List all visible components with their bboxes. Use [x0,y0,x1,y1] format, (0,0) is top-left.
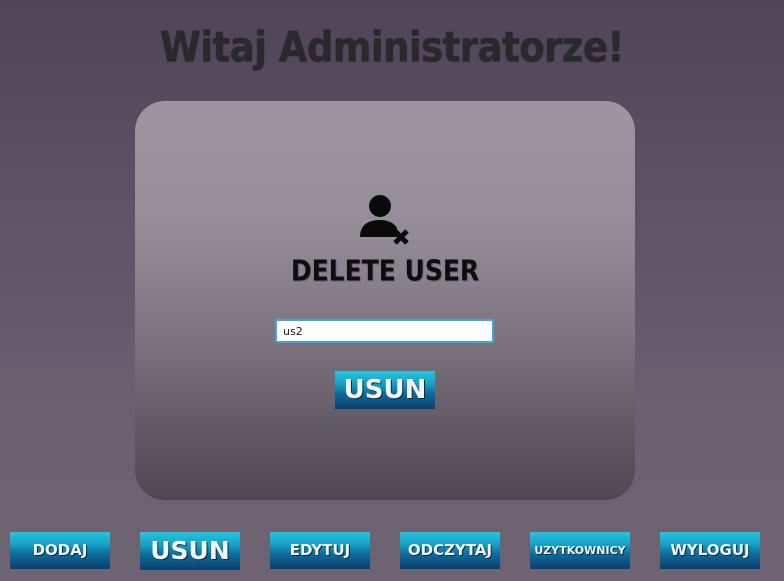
nav-users-button[interactable]: UZYTKOWNICY [530,532,630,569]
page-title: Witaj Administratorze! [160,23,624,72]
nav-read-button[interactable]: ODCZYTAJ [400,532,500,569]
username-input[interactable] [275,319,494,343]
nav-logout-button[interactable]: WYLOGUJ [660,532,760,569]
delete-user-title: DELETE USER [290,253,480,288]
user-remove-icon [360,195,409,245]
nav-edit-button[interactable]: EDYTUJ [270,532,370,569]
delete-submit-button[interactable]: USUN [335,371,435,409]
nav-add-button[interactable]: DODAJ [10,532,110,569]
delete-user-panel [135,101,635,500]
nav-delete-button[interactable]: USUN [140,532,240,570]
